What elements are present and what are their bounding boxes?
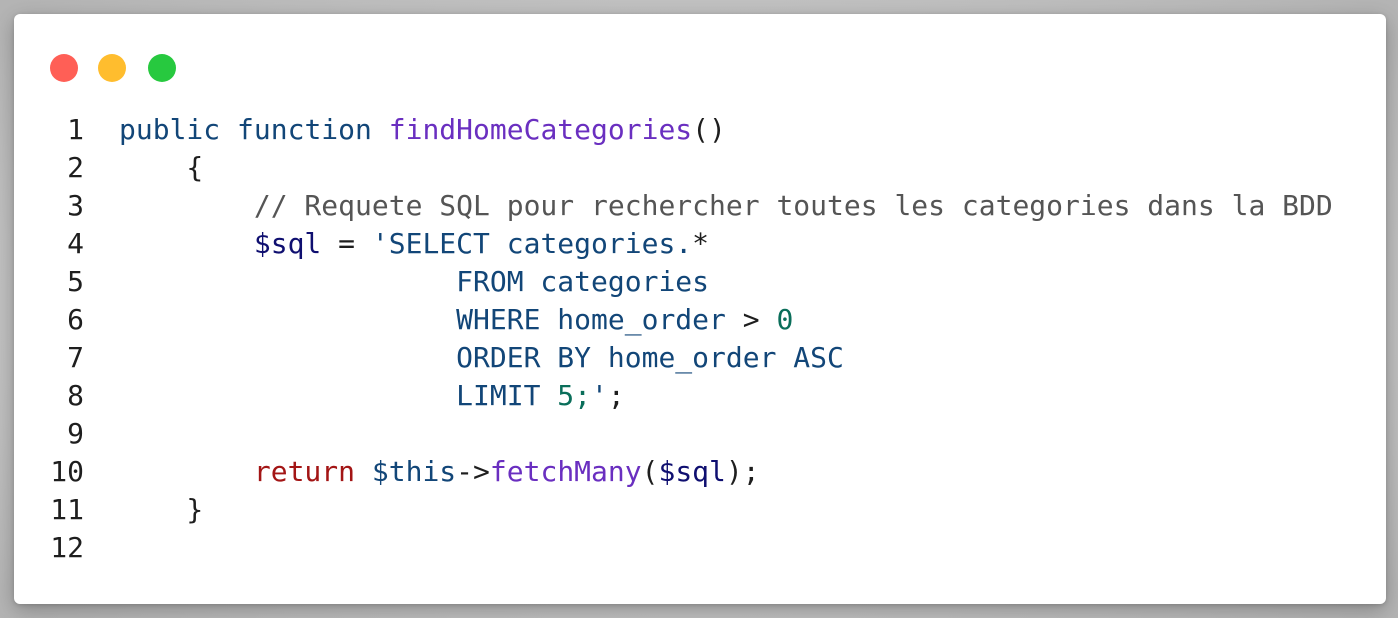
code-token: 'SELECT categories.	[371, 227, 693, 260]
code-token: public	[119, 113, 221, 146]
code-token: $sql	[253, 227, 322, 260]
code-text: WHERE home_order > 0	[119, 301, 793, 339]
code-text: public function findHomeCategories()	[119, 111, 726, 149]
line-number: 9	[67, 417, 84, 450]
minimize-window-button[interactable]	[98, 54, 126, 82]
line-number: 2	[67, 151, 84, 184]
code-token: $this	[371, 455, 457, 488]
line-number: 5	[67, 265, 84, 298]
line-number: 10	[50, 455, 84, 488]
line-number: 1	[67, 113, 84, 146]
line-number: 8	[67, 379, 84, 412]
line-number: 7	[67, 341, 84, 374]
code-token: fetchMany	[489, 455, 642, 488]
code-token: ->	[456, 455, 490, 488]
code-token: =	[321, 227, 372, 260]
code-token: >	[742, 303, 760, 336]
code-token: }	[119, 493, 204, 526]
line-number: 4	[67, 227, 84, 260]
close-window-button[interactable]	[50, 54, 78, 82]
code-token: ORDER BY home_order ASC	[119, 341, 844, 374]
code-token: (	[641, 455, 659, 488]
code-window: 1 public function findHomeCategories() 2 {…	[14, 14, 1386, 604]
code-token: '	[591, 379, 608, 412]
code-token: LIMIT	[119, 379, 558, 412]
code-text: $sql = 'SELECT categories.*	[119, 225, 709, 263]
code-token: $sql	[658, 455, 726, 488]
line-number: 11	[50, 493, 84, 526]
code-text: return $this->fetchMany($sql);	[119, 453, 760, 491]
line-number: 6	[67, 303, 84, 336]
line-number: 3	[67, 189, 84, 222]
code-token: ;	[607, 379, 625, 412]
code-token: );	[725, 455, 760, 488]
code-text: ORDER BY home_order ASC	[119, 339, 844, 377]
code-token: 5;	[557, 379, 592, 412]
code-token: FROM categories	[119, 265, 710, 298]
code-text: FROM categories	[119, 263, 709, 301]
code-token: return	[253, 455, 356, 488]
code-token: // Requete SQL pour rechercher toutes le…	[119, 189, 1333, 222]
code-token: ()	[692, 113, 726, 146]
code-text: LIMIT 5;';	[119, 377, 625, 415]
code-token: function	[237, 113, 372, 146]
maximize-window-button[interactable]	[148, 54, 176, 82]
code-token: *	[692, 227, 710, 260]
code-token: {	[119, 151, 204, 184]
code-text: }	[119, 491, 203, 529]
code-text: // Requete SQL pour rechercher toutes le…	[119, 187, 1333, 225]
code-token: WHERE home_order	[119, 303, 743, 336]
code-token: findHomeCategories	[388, 113, 693, 146]
code-text: {	[119, 149, 203, 187]
line-number: 12	[50, 531, 84, 564]
code-token: 0	[776, 303, 794, 336]
